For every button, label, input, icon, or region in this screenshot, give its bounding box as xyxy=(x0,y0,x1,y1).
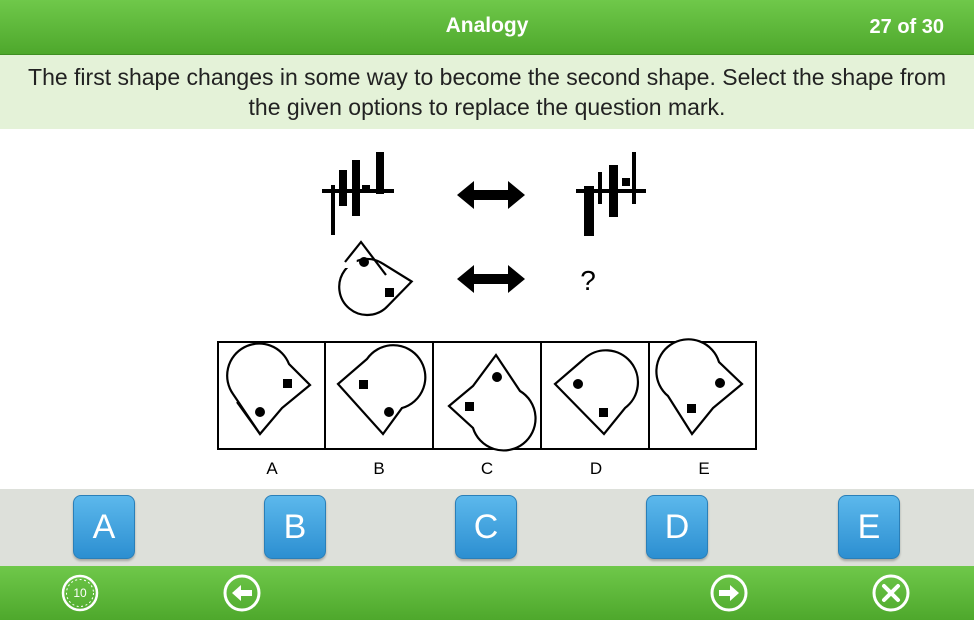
timer-value: 10 xyxy=(73,586,87,600)
question-mark: ? xyxy=(580,265,596,296)
option-label-e: E xyxy=(698,459,709,478)
instruction-panel: The first shape changes in some way to b… xyxy=(0,55,974,129)
footer-bar: 10 xyxy=(0,566,974,620)
question-progress: 27 of 30 xyxy=(869,16,944,38)
double-arrow-icon xyxy=(457,181,525,209)
back-button[interactable] xyxy=(222,573,262,613)
answer-bar: A B C D E xyxy=(0,489,974,566)
puzzle-figure: ? A B C D E xyxy=(217,152,757,478)
option-label-a: A xyxy=(266,459,278,478)
header-bar: Analogy 27 of 30 xyxy=(0,0,974,55)
back-arrow-icon xyxy=(223,574,261,612)
bars-shape-transformed xyxy=(576,152,646,236)
option-label-c: C xyxy=(481,459,493,478)
option-label-d: D xyxy=(590,459,602,478)
close-button[interactable] xyxy=(871,573,911,613)
bars-shape-original xyxy=(322,152,394,235)
timer-button[interactable]: 10 xyxy=(60,573,100,613)
next-arrow-icon xyxy=(710,574,748,612)
answer-button-d[interactable]: D xyxy=(646,495,708,559)
page-title: Analogy xyxy=(445,14,529,37)
answer-button-b[interactable]: B xyxy=(264,495,326,559)
instruction-text: The first shape changes in some way to b… xyxy=(28,64,946,120)
double-arrow-icon xyxy=(457,265,525,293)
option-label-b: B xyxy=(373,459,384,478)
answer-button-c[interactable]: C xyxy=(455,495,517,559)
answer-button-e[interactable]: E xyxy=(838,495,900,559)
answer-button-a[interactable]: A xyxy=(73,495,135,559)
close-icon xyxy=(872,574,910,612)
drop-shape-question xyxy=(338,240,414,317)
next-button[interactable] xyxy=(709,573,749,613)
